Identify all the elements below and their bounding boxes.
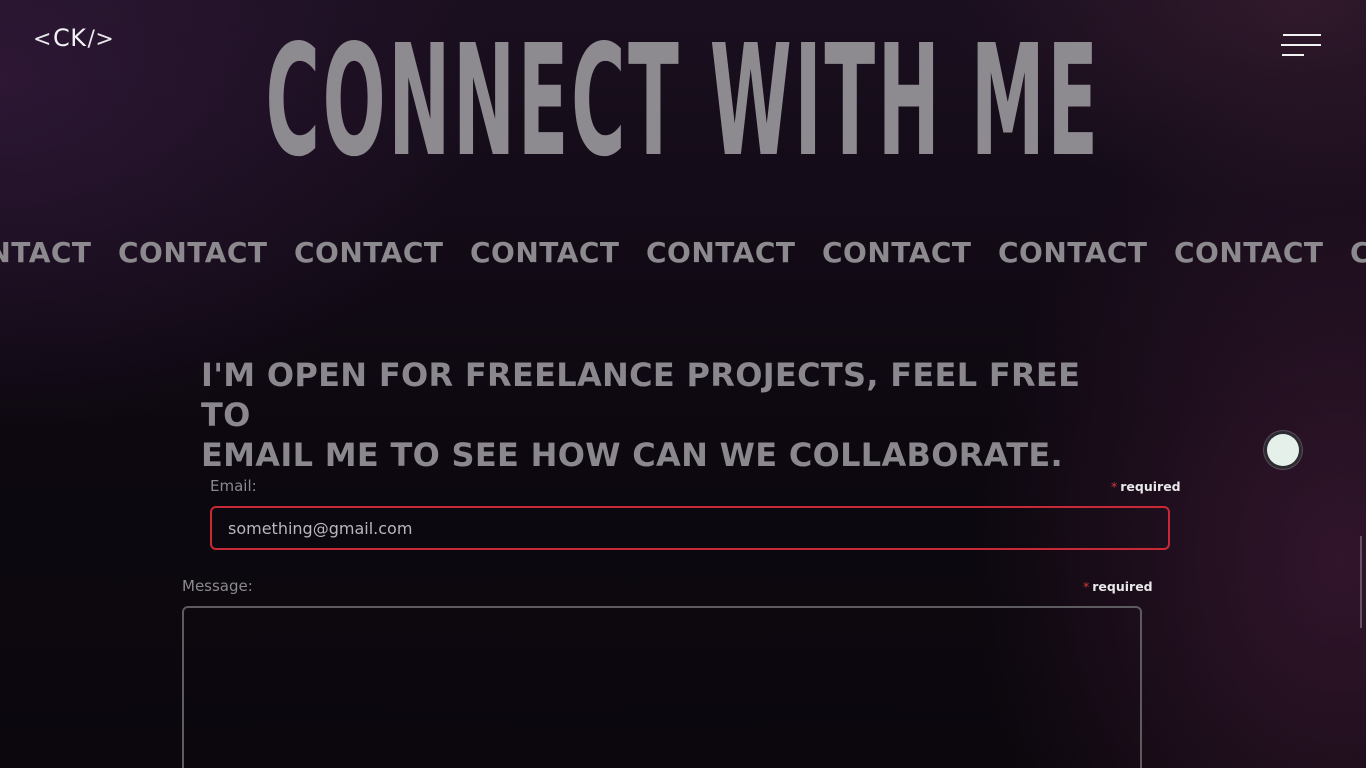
marquee-item: CONTACT [1174,236,1324,269]
page-title: CONNECT WITH ME [265,13,1101,192]
email-required-note: * required [1111,479,1181,494]
message-field[interactable] [182,606,1142,768]
required-text: required [1092,579,1153,594]
intro-heading: I'M OPEN FOR FREELANCE PROJECTS, FEEL FR… [201,355,1101,475]
email-label: Email: [210,477,257,495]
required-star: * [1083,579,1090,594]
intro-line-2: EMAIL ME TO SEE HOW CAN WE COLLABORATE. [201,436,1064,474]
marquee-item: CONTACT [294,236,444,269]
hamburger-menu-icon[interactable] [1280,32,1322,60]
menu-line [1283,34,1321,36]
marquee-item: CONTACT [0,236,92,269]
marquee-track: CONTACT CONTACT CONTACT CONTACT CONTACT … [0,236,1366,269]
logo-text: CK [52,24,87,52]
contact-marquee: CONTACT CONTACT CONTACT CONTACT CONTACT … [0,236,1366,276]
marquee-item: CONTACT [470,236,620,269]
message-label: Message: [182,577,253,595]
site-logo[interactable]: < CK /> [33,24,114,52]
message-required-note: * required [1083,579,1153,594]
marquee-item: CONTACT [118,236,268,269]
marquee-item: CONTACT [998,236,1148,269]
scroll-indicator[interactable] [1360,536,1362,628]
logo-close-bracket: /> [87,27,115,52]
marquee-item: CONTACT [1350,236,1366,269]
menu-line [1281,44,1321,46]
menu-line [1282,54,1304,56]
required-star: * [1111,479,1118,494]
required-text: required [1120,479,1181,494]
marquee-item: CONTACT [646,236,796,269]
email-field[interactable] [210,506,1170,550]
cursor-follower-dot [1267,434,1299,466]
marquee-item: CONTACT [822,236,972,269]
logo-open-bracket: < [33,27,52,52]
intro-line-1: I'M OPEN FOR FREELANCE PROJECTS, FEEL FR… [201,356,1081,434]
